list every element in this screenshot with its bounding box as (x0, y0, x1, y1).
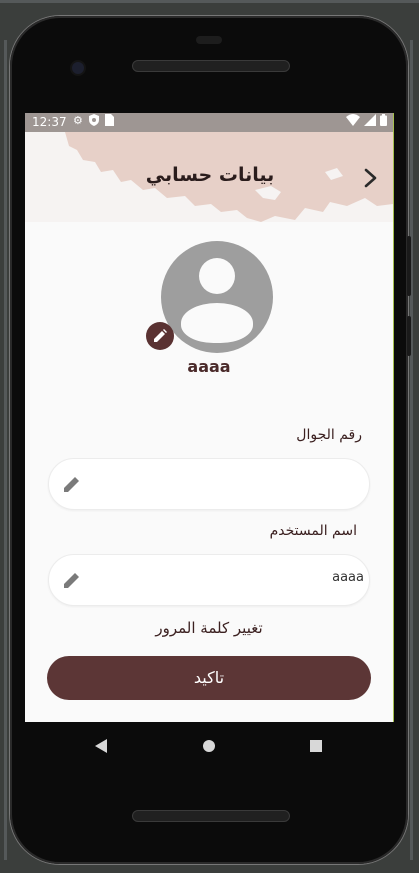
pencil-icon (64, 477, 79, 492)
confirm-button[interactable]: تاكيد (47, 656, 371, 700)
pencil-icon (64, 573, 79, 588)
gear-icon: ⚙ (73, 114, 83, 127)
bottom-speaker (132, 810, 290, 822)
signal-icon (364, 114, 376, 129)
front-camera (72, 62, 84, 74)
profile-avatar[interactable] (161, 241, 273, 353)
background-line (410, 40, 413, 860)
edit-avatar-button[interactable] (146, 322, 174, 350)
system-nav-bar (25, 722, 393, 772)
earpiece-speaker (132, 60, 290, 72)
person-icon-head (199, 258, 235, 294)
chevron-right-icon (364, 168, 377, 188)
wifi-icon (346, 114, 360, 129)
status-icons-left: ⚙ (73, 114, 114, 129)
person-icon-body (181, 303, 253, 343)
page-title: بيانات حسابي (145, 164, 275, 186)
sensor (196, 36, 222, 44)
volume-button (407, 316, 411, 356)
username-label: اسم المستخدم (269, 523, 357, 539)
status-bar: 12:37 ⚙ (25, 113, 393, 132)
shield-icon (88, 114, 99, 129)
sim-icon (104, 114, 114, 129)
app-screen: 12:37 ⚙ بيانات حسابي aaaa رقم الجوال اسم… (25, 113, 394, 722)
phone-label: رقم الجوال (296, 427, 362, 443)
phone-field[interactable] (48, 458, 370, 510)
back-triangle-icon[interactable] (95, 739, 107, 753)
background-line (0, 0, 419, 3)
status-icons-right (346, 114, 387, 129)
recents-square-icon[interactable] (310, 740, 322, 752)
pencil-icon (154, 329, 167, 342)
profile-username: aaaa (187, 357, 231, 376)
username-value[interactable]: aaaa (332, 570, 364, 585)
battery-icon (380, 114, 387, 129)
username-field[interactable]: aaaa (48, 554, 370, 606)
app-header: بيانات حسابي (25, 132, 393, 222)
back-button[interactable] (359, 164, 383, 190)
change-password-link[interactable]: تغيير كلمة المرور (115, 619, 303, 637)
power-button (407, 236, 411, 296)
status-time: 12:37 (32, 115, 67, 129)
background-line (4, 40, 7, 860)
home-circle-icon[interactable] (203, 740, 215, 752)
